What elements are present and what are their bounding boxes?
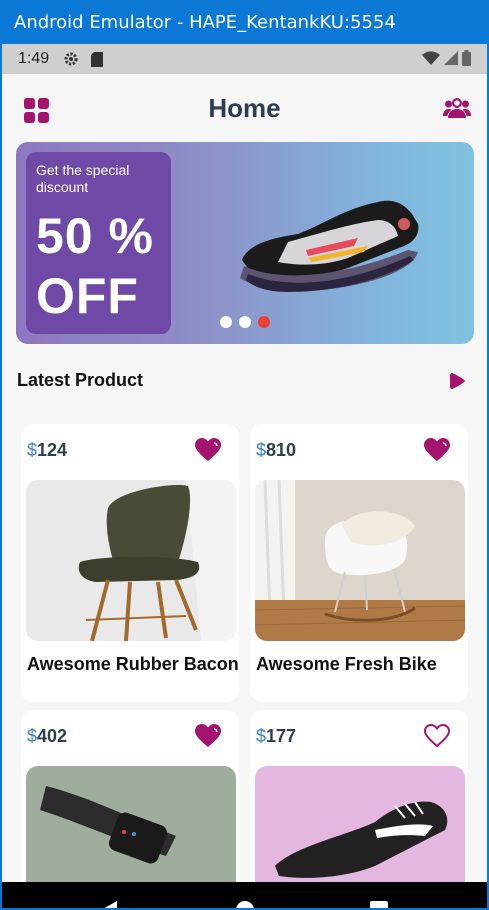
favorite-heart-icon[interactable] xyxy=(424,438,450,462)
product-card[interactable]: $177 xyxy=(250,710,468,890)
product-card[interactable]: $810 Awesome Fresh Bike xyxy=(250,424,468,702)
home-icon[interactable] xyxy=(236,901,254,908)
sneaker-image xyxy=(240,200,419,292)
price-value: 402 xyxy=(37,726,68,746)
product-name: Awesome Fresh Bike xyxy=(256,654,437,674)
product-price: $810 xyxy=(256,440,296,461)
back-icon[interactable] xyxy=(100,900,120,908)
price-value: 124 xyxy=(37,440,68,460)
window-title: Android Emulator - HAPE_KentankKU:5554 xyxy=(14,11,396,33)
product-price: $124 xyxy=(27,440,67,461)
gear-icon xyxy=(63,51,79,67)
section-title: Latest Product xyxy=(17,370,144,390)
product-card[interactable]: $124 Awesome Rubber Bacon xyxy=(21,424,239,702)
app-content: Home Get the special discount 50 % OFF L… xyxy=(2,74,487,908)
device-screen: 1:49 Home Get the special discount 50 % … xyxy=(0,44,489,910)
favorite-heart-outline-icon[interactable] xyxy=(423,723,451,748)
status-bar: 1:49 xyxy=(2,44,487,74)
price-currency: $ xyxy=(27,726,38,746)
window-title-bar: Android Emulator - HAPE_KentankKU:5554 xyxy=(0,0,489,44)
price-currency: $ xyxy=(27,440,38,460)
signal-icon xyxy=(444,51,458,70)
product-price: $402 xyxy=(27,726,67,747)
carousel-dot[interactable] xyxy=(239,316,251,328)
product-image-chair xyxy=(26,480,236,641)
app-header: Home xyxy=(2,90,487,126)
price-value: 177 xyxy=(266,726,297,746)
recents-icon[interactable] xyxy=(370,901,388,908)
sdcard-icon xyxy=(89,51,105,67)
product-name: Awesome Rubber Bacon xyxy=(27,654,239,674)
price-value: 810 xyxy=(266,440,297,460)
battery-icon xyxy=(462,50,471,71)
promo-box: Get the special discount 50 % OFF xyxy=(26,152,171,334)
wifi-icon xyxy=(422,51,440,70)
promo-headline-off: OFF xyxy=(36,268,139,324)
play-icon[interactable] xyxy=(450,372,466,390)
product-image-smartwatch xyxy=(26,766,236,890)
page-title: Home xyxy=(208,93,281,123)
price-currency: $ xyxy=(256,440,267,460)
carousel-dot[interactable] xyxy=(220,316,232,328)
product-image-rocking-chair xyxy=(255,480,465,641)
favorite-heart-icon[interactable] xyxy=(195,438,221,462)
promo-subtitle: Get the special discount xyxy=(36,162,130,195)
users-icon[interactable] xyxy=(443,96,471,122)
promo-banner[interactable]: Get the special discount 50 % OFF xyxy=(16,142,474,344)
status-time: 1:49 xyxy=(18,50,50,67)
product-price: $177 xyxy=(256,726,296,747)
price-currency: $ xyxy=(256,726,267,746)
android-nav-bar xyxy=(2,882,487,908)
carousel-dot-active[interactable] xyxy=(258,316,270,328)
promo-headline: 50 % xyxy=(36,208,154,264)
product-card[interactable]: $402 xyxy=(21,710,239,890)
product-image-shoe xyxy=(255,766,465,890)
carousel-dots xyxy=(220,316,270,328)
favorite-heart-icon[interactable] xyxy=(195,724,221,748)
